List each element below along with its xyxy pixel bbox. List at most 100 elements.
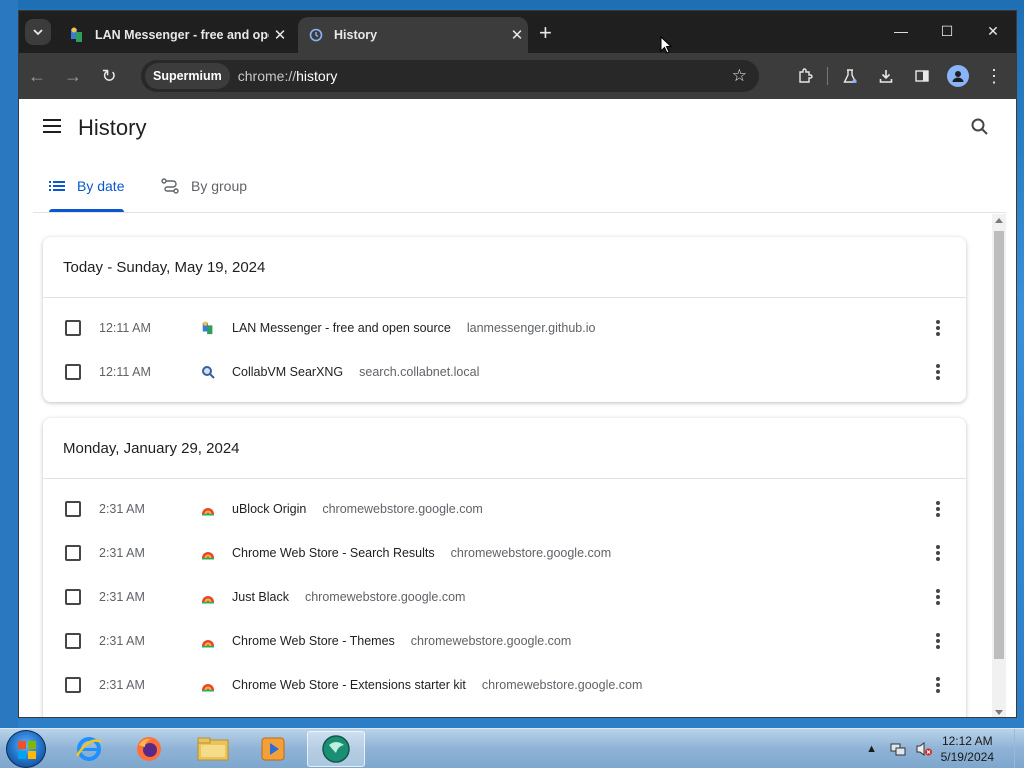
entry-domain: search.collabnet.local: [359, 365, 480, 379]
page-title: History: [78, 115, 147, 140]
entry-checkbox[interactable]: [65, 545, 81, 561]
tab-history[interactable]: History ✕: [298, 17, 528, 53]
entry-domain: lanmessenger.github.io: [466, 321, 596, 335]
entry-domain: chromewebstore.google.com: [450, 546, 612, 560]
webstore-icon: [202, 684, 214, 692]
history-entry[interactable]: 2:31 AM Chrome Web Store - Themes chromew…: [43, 619, 966, 663]
new-tab-button[interactable]: +: [539, 20, 552, 46]
history-entry[interactable]: 2:31 AM uBlock Origin chromewebstore.goog…: [43, 487, 966, 531]
entry-checkbox[interactable]: [65, 364, 81, 380]
minimize-icon[interactable]: —: [878, 11, 924, 51]
reload-icon[interactable]: ↻: [91, 58, 127, 94]
show-desktop-button[interactable]: [1014, 729, 1024, 768]
search-icon[interactable]: [970, 117, 990, 137]
close-tab-icon[interactable]: ✕: [269, 26, 291, 44]
windows-logo-icon: [18, 741, 36, 759]
internet-explorer-icon[interactable]: [60, 731, 118, 767]
url-scheme: chrome://: [237, 68, 297, 84]
entry-checkbox[interactable]: [65, 677, 81, 693]
tab-label: By date: [77, 177, 125, 194]
entry-title[interactable]: Chrome Web Store - Extensions starter ki…: [232, 678, 466, 692]
close-tab-icon[interactable]: ✕: [506, 26, 528, 44]
history-list[interactable]: Today - Sunday, May 19, 2024 12:11 AM LA…: [19, 214, 991, 717]
webstore-icon: [202, 640, 214, 648]
history-entry[interactable]: 2:31 AM Just Black chromewebstore.google.…: [43, 575, 966, 619]
entry-more-icon[interactable]: [936, 501, 940, 517]
webstore-icon: [202, 552, 214, 560]
entry-more-icon[interactable]: [936, 633, 940, 649]
entry-more-icon[interactable]: [936, 589, 940, 605]
entry-more-icon[interactable]: [936, 545, 940, 561]
entry-domain: chromewebstore.google.com: [481, 678, 643, 692]
entry-domain: chromewebstore.google.com: [410, 634, 572, 648]
file-explorer-icon[interactable]: [184, 731, 242, 767]
labs-flask-icon[interactable]: [832, 58, 868, 94]
entry-domain: chromewebstore.google.com: [304, 590, 466, 604]
entry-more-icon[interactable]: [936, 320, 940, 336]
lan-messenger-icon: [69, 27, 85, 43]
taskbar-clock[interactable]: 12:12 AM 5/19/2024: [941, 733, 994, 765]
entry-checkbox[interactable]: [65, 320, 81, 336]
history-entry[interactable]: 12:11 AM CollabVM SearXNG search.collabne…: [43, 350, 966, 394]
entry-time: 2:31 AM: [99, 502, 145, 516]
entry-title[interactable]: Just Black: [232, 590, 289, 604]
supermium-browser-taskbar-icon[interactable]: [307, 731, 365, 767]
extensions-icon[interactable]: [787, 58, 823, 94]
toolbar: ← → ↻ Supermium chrome://history ☆ ⋮: [19, 53, 1016, 99]
tab-by-group[interactable]: By group: [161, 159, 247, 212]
scroll-up-arrow-icon[interactable]: [995, 218, 1003, 223]
entry-time: 12:11 AM: [99, 321, 151, 335]
scroll-down-arrow-icon[interactable]: [995, 710, 1003, 715]
more-menu-icon[interactable]: ⋮: [976, 58, 1012, 94]
entry-title[interactable]: CollabVM SearXNG: [232, 365, 343, 379]
browser-window: LAN Messenger - free and ope ✕ History ✕…: [18, 10, 1017, 718]
media-player-icon[interactable]: [244, 731, 302, 767]
address-bar[interactable]: Supermium chrome://history ☆: [141, 60, 759, 92]
show-hidden-icons-icon[interactable]: ▲: [863, 740, 881, 758]
journeys-icon: [161, 177, 179, 194]
toolbar-separator: [827, 67, 828, 85]
entry-title[interactable]: Chrome Web Store - Search Results: [232, 546, 435, 560]
url-text[interactable]: chrome://history: [238, 68, 338, 84]
entry-domain: chromewebstore.google.com: [322, 502, 483, 516]
entry-time: 2:31 AM: [99, 546, 145, 560]
network-icon[interactable]: [889, 740, 907, 758]
history-entry[interactable]: 2:31 AM Chrome Web Store - Extensions st…: [43, 663, 966, 707]
scrollbar-thumb[interactable]: [994, 231, 1004, 659]
entry-checkbox[interactable]: [65, 589, 81, 605]
forward-icon[interactable]: →: [55, 58, 91, 94]
entry-more-icon[interactable]: [936, 677, 940, 693]
tab-search-button[interactable]: [25, 19, 51, 45]
tab-label: By group: [191, 177, 248, 194]
bookmark-star-icon[interactable]: ☆: [732, 66, 747, 86]
tab-by-date[interactable]: By date: [49, 159, 125, 212]
back-icon[interactable]: ←: [19, 58, 55, 94]
entry-checkbox[interactable]: [65, 501, 81, 517]
volume-muted-icon[interactable]: [915, 740, 933, 758]
side-panel-icon[interactable]: [904, 58, 940, 94]
vertical-scrollbar[interactable]: [992, 214, 1006, 717]
searxng-icon: [202, 366, 215, 379]
entry-checkbox[interactable]: [65, 633, 81, 649]
history-clock-icon: [308, 27, 324, 43]
clock-date: 5/19/2024: [940, 750, 994, 764]
tab-lan-messenger[interactable]: LAN Messenger - free and ope ✕: [59, 17, 291, 53]
close-window-icon[interactable]: ✕: [970, 11, 1016, 51]
start-button[interactable]: [6, 730, 46, 768]
history-entry[interactable]: 2:31 AM Chrome Web Store - Search Result…: [43, 531, 966, 575]
entry-title[interactable]: Chrome Web Store - Themes: [232, 634, 395, 648]
maximize-icon[interactable]: ☐: [924, 11, 970, 51]
desktop-background: [0, 0, 18, 728]
profile-button[interactable]: [940, 58, 976, 94]
hamburger-menu-icon[interactable]: [43, 119, 61, 133]
downloads-icon[interactable]: [868, 58, 904, 94]
chevron-down-icon: [33, 28, 43, 35]
mouse-cursor-icon: [660, 36, 672, 54]
avatar-icon: [947, 65, 969, 87]
clock-time: 12:12 AM: [941, 734, 993, 748]
firefox-icon[interactable]: [120, 731, 178, 767]
entry-more-icon[interactable]: [936, 364, 940, 380]
entry-title[interactable]: uBlock Origin: [232, 502, 306, 516]
entry-title[interactable]: LAN Messenger - free and open source: [232, 321, 451, 335]
history-entry[interactable]: 12:11 AM LAN Messenger - free and open s…: [43, 306, 966, 350]
